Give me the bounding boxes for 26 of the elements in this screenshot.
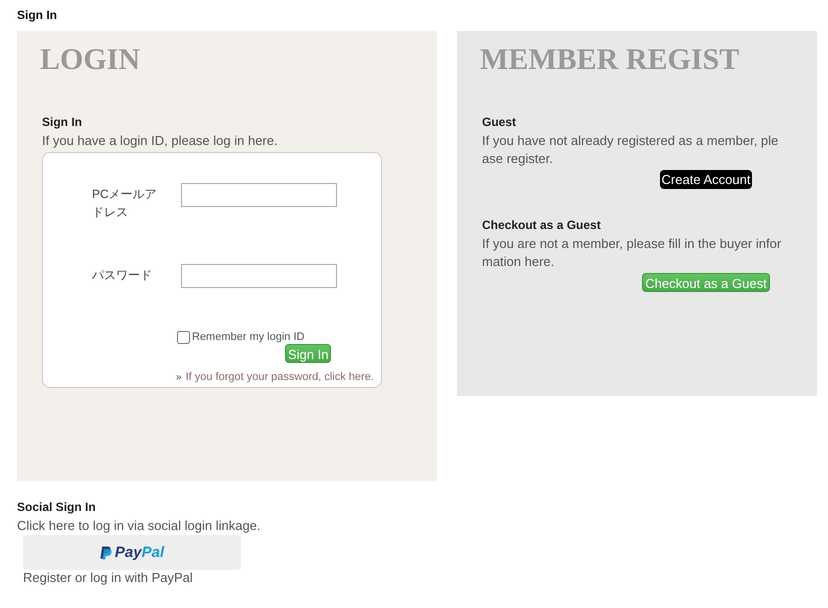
create-account-button[interactable]: Create Account (660, 170, 752, 189)
checkout-button[interactable]: Checkout as a Guest (642, 273, 770, 292)
paypal-button[interactable]: PayPal (23, 535, 241, 570)
section-title: Checkout as a Guest (482, 217, 601, 233)
section-title: Social Sign In (17, 499, 96, 515)
sign-in-button[interactable]: Sign In (285, 344, 332, 363)
section-title: Guest (482, 114, 516, 130)
link-marker: » (176, 372, 182, 383)
paypal-wordmark: PayPal (114, 544, 164, 562)
remember-label: Remember my login ID (192, 330, 304, 344)
paypal-caption: Register or log in with PayPal (23, 570, 193, 586)
remember-checkbox[interactable] (177, 330, 190, 344)
section-description: If you are not a member, please fill in the buyer information here. (482, 235, 782, 271)
field-label: PCメールアドレス (92, 186, 158, 221)
panel-heading: LOGIN (40, 42, 140, 78)
input-field[interactable] (181, 183, 337, 207)
field-label: パスワード (92, 267, 153, 284)
page-title: Sign In (17, 7, 57, 23)
section-description: If you have a login ID, please log in here. (42, 132, 278, 150)
forgot-password-link[interactable]: If you forgot your password, click here. (186, 370, 374, 384)
input-field[interactable] (181, 264, 337, 288)
section-title: Sign In (42, 114, 82, 130)
logo-icon (100, 546, 112, 560)
section-description: If you have not already registered as a member, please register. (482, 132, 780, 168)
section-description: Click here to log in via social login linkage. (17, 517, 261, 535)
panel-heading: MEMBER REGIST (480, 42, 740, 78)
